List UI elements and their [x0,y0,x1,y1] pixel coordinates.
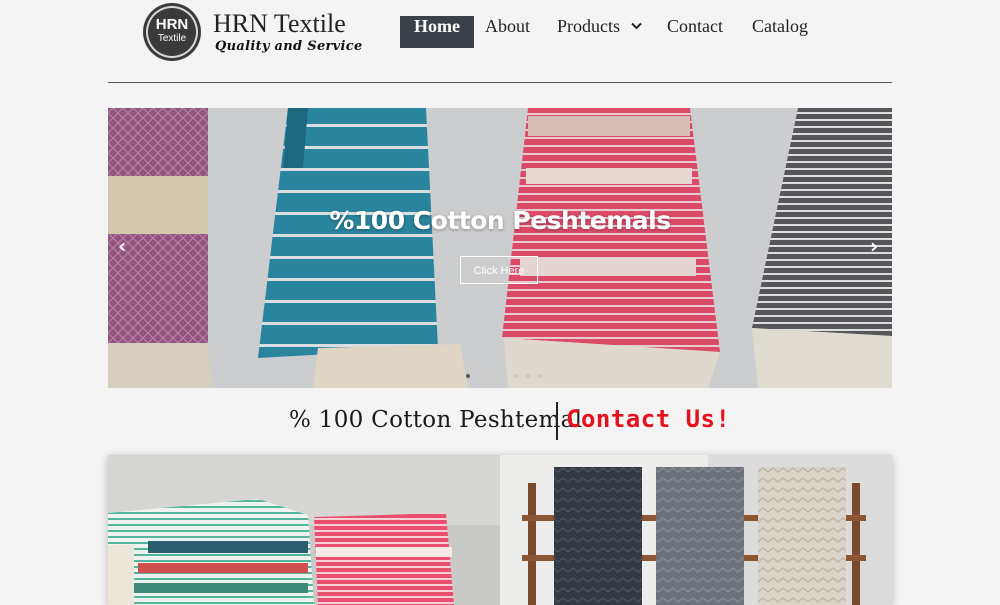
header-divider [108,82,892,83]
hero-cta-button[interactable]: Click Here [460,256,538,284]
hero-title: %100 Cotton Peshtemals [329,206,671,235]
nav-products[interactable]: Products [557,16,642,48]
gallery-image [108,455,892,605]
slider-dot[interactable] [490,374,494,378]
nav-about-label: About [485,16,530,36]
product-tagline: % 100 Cotton Peshtemal [289,407,583,433]
slider-dot[interactable] [514,374,518,378]
chevron-right-icon[interactable]: › [870,236,878,256]
hero-towels-image [108,108,892,388]
nav-contact-label: Contact [667,16,723,36]
slider-dot[interactable] [526,374,530,378]
product-gallery [108,455,892,605]
nav-products-label: Products [557,16,620,36]
nav-catalog[interactable]: Catalog [752,16,808,48]
nav-home-label: Home [414,16,460,36]
logo-text-top: HRN [155,16,189,33]
chevron-down-icon [630,23,642,30]
site-tagline: Quality and Service [215,39,363,54]
contact-us-link[interactable]: Contact Us! [566,405,730,433]
slider-dot[interactable] [502,374,506,378]
nav-catalog-label: Catalog [752,16,808,36]
slider-dot[interactable] [466,374,470,378]
nav-about[interactable]: About [485,16,530,48]
slider-dot[interactable] [478,374,482,378]
site-title[interactable]: HRN Textile [213,10,346,38]
tagline-divider [556,402,558,440]
logo-text-bottom: Textile [157,33,187,44]
hero-slider[interactable]: %100 Cotton Peshtemals Click Here ‹ › [108,108,892,388]
nav-home[interactable]: Home [400,16,474,48]
logo-badge[interactable]: HRN Textile [146,6,198,58]
slider-dot[interactable] [538,374,542,378]
nav-contact[interactable]: Contact [667,16,723,48]
chevron-left-icon[interactable]: ‹ [118,236,126,256]
